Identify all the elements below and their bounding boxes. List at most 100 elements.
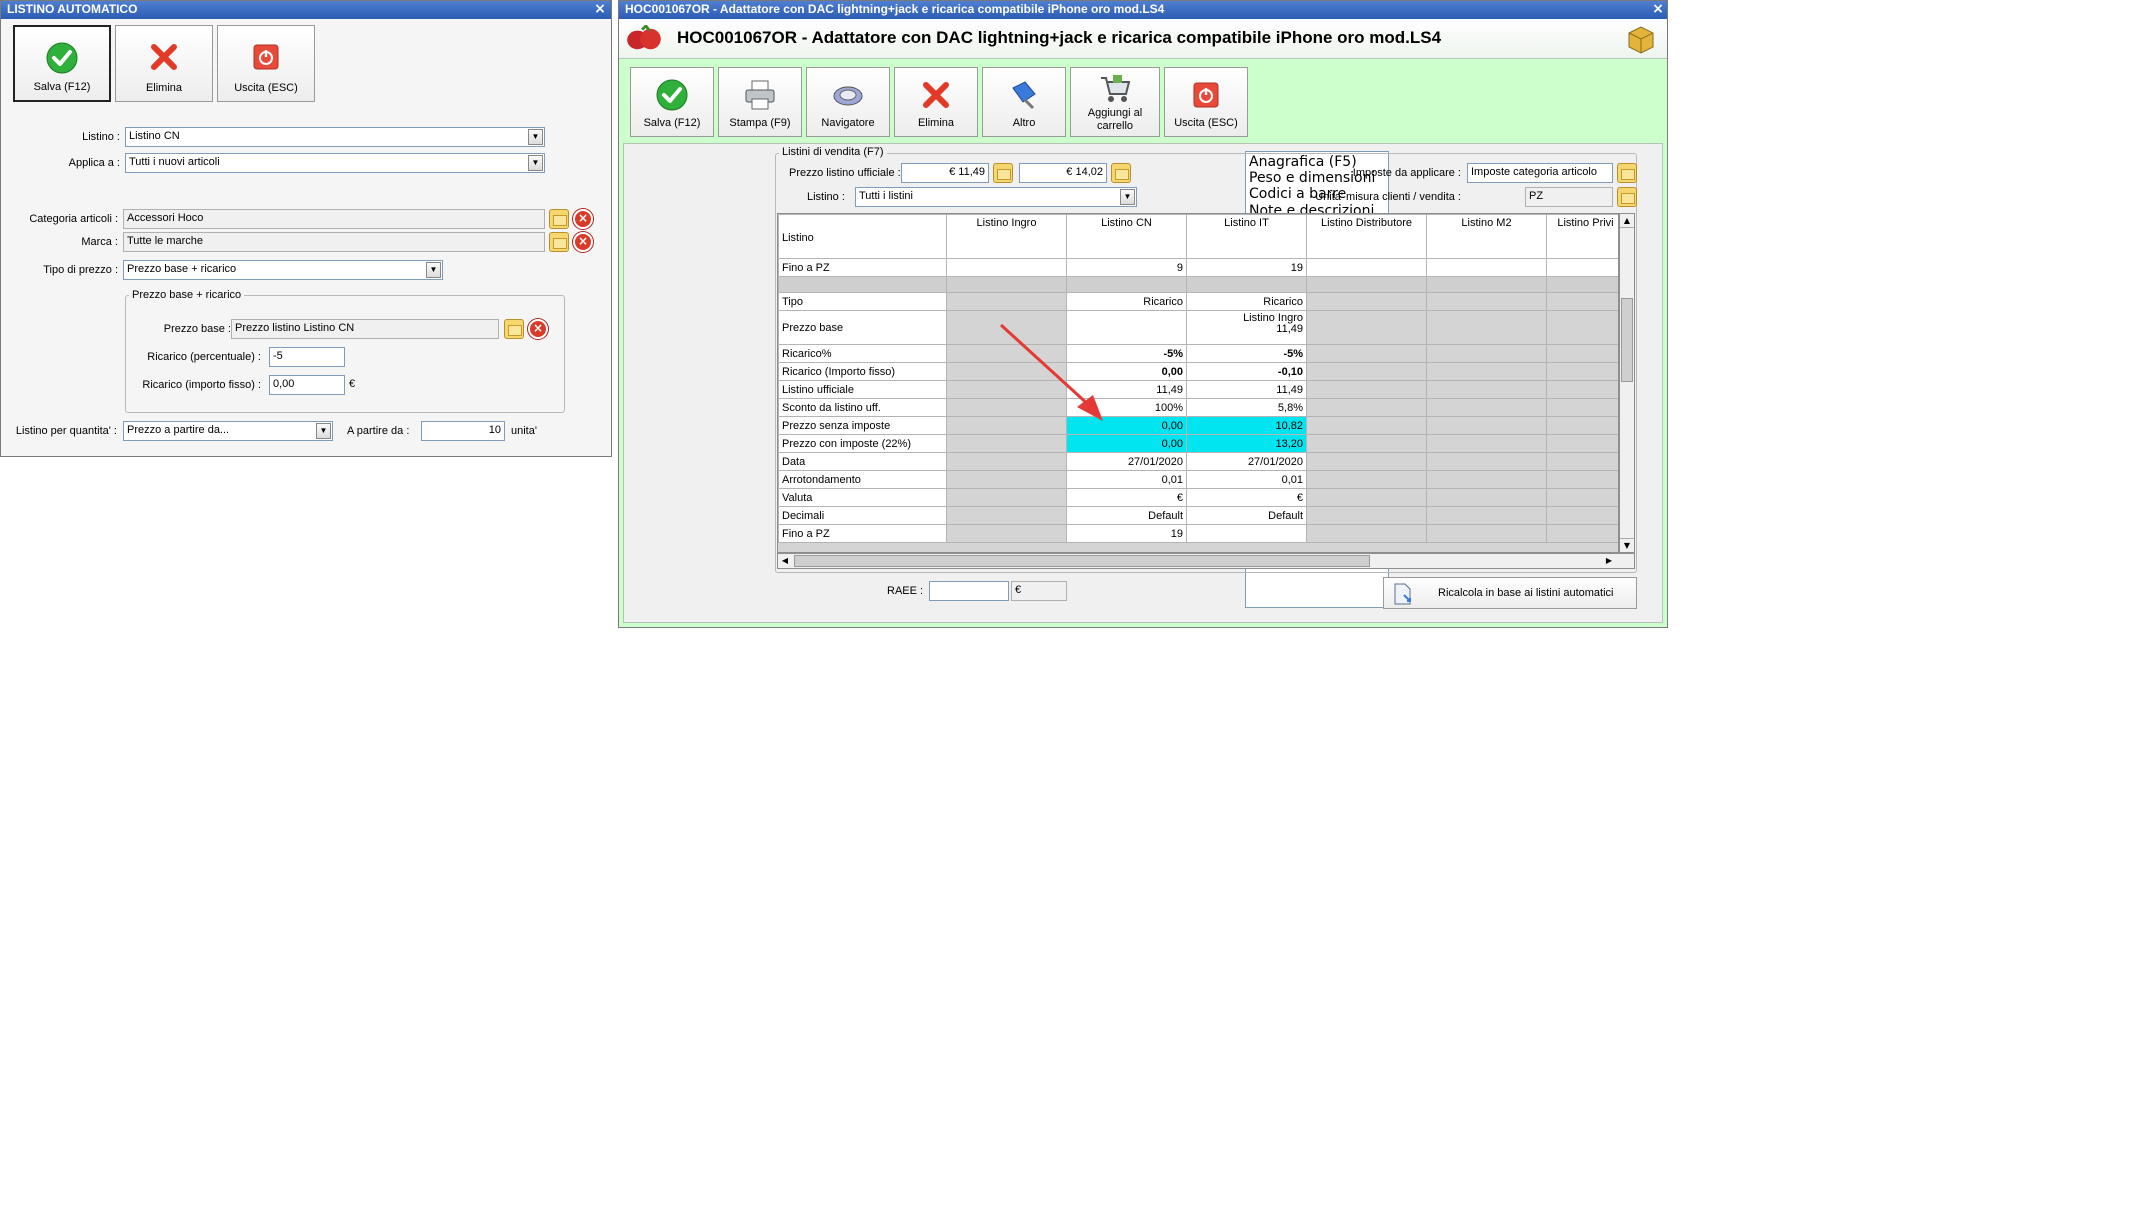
table-row[interactable]: Ricarico (Importo fisso) 0,00 -0,10 [778, 362, 1618, 381]
grid-cell: 0,01 [1186, 470, 1307, 489]
add-to-cart-button[interactable]: Aggiungi al carrello [1070, 67, 1160, 137]
right-save-button[interactable]: Salva (F12) [630, 67, 714, 137]
grid-cell: 0,01 [1066, 470, 1187, 489]
unita-field[interactable]: PZ [1525, 187, 1613, 207]
row-label: Arrotondamento [778, 470, 947, 489]
table-row[interactable]: Fino a PZ 19 [778, 524, 1618, 543]
prezzo-ivato-input[interactable]: € 14,02 [1019, 163, 1107, 183]
row-label: Decimali [778, 506, 947, 525]
table-row[interactable]: Decimali Default Default [778, 506, 1618, 525]
grid-cell: 27/01/2020 [1066, 452, 1187, 471]
quantity-select[interactable]: Prezzo a partire da... ▼ [123, 421, 333, 441]
chevron-down-icon[interactable]: ▼ [426, 262, 441, 278]
grid-cell [1546, 292, 1618, 311]
imposte-label: Imposte da applicare : [1352, 167, 1461, 179]
grid-cell: Default [1186, 506, 1307, 525]
tool-icon [1012, 81, 1036, 110]
scroll-down-icon[interactable]: ▼ [1620, 538, 1634, 552]
chevron-down-icon[interactable]: ▼ [1120, 189, 1135, 205]
row-label: Fino a PZ [778, 258, 947, 277]
price-grid-table: Listino Listino Ingro Listino CN Listino IT… [778, 214, 1618, 543]
remove-icon[interactable]: × [528, 319, 548, 339]
tipo-prezzo-select[interactable]: Prezzo base + ricarico ▼ [123, 260, 443, 280]
scroll-left-icon[interactable]: ◀ [778, 554, 792, 568]
applica-select[interactable]: Tutti i nuovi articoli ▼ [125, 153, 545, 173]
folder-icon[interactable] [1617, 163, 1637, 183]
table-row[interactable]: Prezzo con imposte (22%) 0,00 13,20 [778, 434, 1618, 453]
column-header: Listino Privi [1546, 214, 1618, 259]
chevron-down-icon[interactable]: ▼ [316, 423, 331, 439]
folder-icon[interactable] [549, 232, 569, 252]
h-scroll-thumb[interactable] [794, 555, 1370, 567]
grid-cell [1306, 292, 1427, 311]
scroll-thumb[interactable] [1621, 298, 1633, 382]
grid-cell [1306, 434, 1427, 453]
grid-vertical-scrollbar[interactable]: ▲ ▼ [1619, 213, 1635, 553]
prezzo-ufficiale-input[interactable]: € 11,49 [901, 163, 989, 183]
folder-icon[interactable] [504, 319, 524, 339]
ricarico-pct-input[interactable]: -5 [269, 347, 345, 367]
table-row[interactable]: Tipo Ricarico Ricarico [778, 292, 1618, 311]
ricarico-fisso-label: Ricarico (importo fisso) : [142, 379, 261, 391]
grid-cell [1546, 310, 1618, 345]
scroll-up-icon[interactable]: ▲ [1620, 214, 1634, 228]
add-to-cart-label: Aggiungi al carrello [1087, 107, 1143, 132]
grid-horizontal-scrollbar[interactable]: ◀ ▶ [777, 553, 1635, 569]
chevron-down-icon[interactable]: ▼ [528, 155, 543, 171]
right-exit-button[interactable]: Uscita (ESC) [1164, 67, 1248, 137]
folder-icon[interactable] [549, 209, 569, 229]
table-row[interactable]: Fino a PZ 9 19 [778, 258, 1618, 277]
navigator-button[interactable]: Navigatore [806, 67, 890, 137]
remove-icon[interactable]: × [573, 232, 593, 252]
from-input[interactable]: 10 [421, 421, 505, 441]
table-row[interactable]: Data 27/01/2020 27/01/2020 [778, 452, 1618, 471]
column-header: Listino [778, 214, 947, 259]
grid-cell [1306, 524, 1427, 543]
cart-icon [1101, 75, 1131, 102]
raee-input[interactable] [929, 581, 1009, 601]
marca-label: Marca : [81, 236, 118, 248]
chevron-down-icon[interactable]: ▼ [528, 129, 543, 145]
column-header: Listino M2 [1426, 214, 1547, 259]
grid-cell [1426, 506, 1547, 525]
grid-cell [1546, 258, 1618, 277]
grid-cell [946, 506, 1067, 525]
euro-unit: € [349, 378, 356, 390]
delete-button[interactable]: Elimina [115, 25, 213, 102]
grid-cell [1546, 506, 1618, 525]
folder-icon[interactable] [1111, 163, 1131, 183]
remove-icon[interactable]: × [573, 209, 593, 229]
listino-select[interactable]: Listino CN ▼ [125, 127, 545, 147]
table-row[interactable]: Valuta € € [778, 488, 1618, 507]
ricarico-fisso-input[interactable]: 0,00 [269, 375, 345, 395]
categoria-field[interactable]: Accessori Hoco [123, 209, 545, 229]
prezzo-base-field[interactable]: Prezzo listino Listino CN [231, 319, 499, 339]
table-row[interactable]: Prezzo senza imposte 0,00 10,82 [778, 416, 1618, 435]
print-button[interactable]: Stampa (F9) [718, 67, 802, 137]
left-close-button[interactable]: × [591, 1, 609, 19]
grid-cell [1546, 434, 1618, 453]
imposte-field[interactable]: Imposte categoria articolo [1467, 163, 1613, 183]
marca-field[interactable]: Tutte le marche [123, 232, 545, 252]
table-row[interactable]: Ricarico% -5% -5% [778, 344, 1618, 363]
folder-icon[interactable] [1617, 187, 1637, 207]
table-row[interactable]: Sconto da listino uff. 100% 5,8% [778, 398, 1618, 417]
table-row[interactable]: Listino ufficiale 11,49 11,49 [778, 380, 1618, 399]
table-row[interactable]: Prezzo base Listino Ingro 11,49 [778, 310, 1618, 345]
save-button[interactable]: Salva (F12) [13, 25, 111, 102]
row-label: Ricarico (Importo fisso) [778, 362, 947, 381]
scroll-right-icon[interactable]: ▶ [1602, 554, 1616, 568]
separator-cell [1426, 276, 1547, 293]
other-button[interactable]: Altro [982, 67, 1066, 137]
right-close-button[interactable]: × [1649, 1, 1667, 19]
exit-button[interactable]: Uscita (ESC) [217, 25, 315, 102]
table-row[interactable]: Arrotondamento 0,01 0,01 [778, 470, 1618, 489]
quantity-select-value: Prezzo a partire da... [127, 424, 230, 436]
grid-cell [1426, 416, 1547, 435]
folder-icon[interactable] [993, 163, 1013, 183]
right-delete-button[interactable]: Elimina [894, 67, 978, 137]
print-label: Stampa (F9) [729, 117, 791, 129]
listino-filter-select[interactable]: Tutti i listini ▼ [855, 187, 1137, 207]
ricalcola-button[interactable]: Ricalcola in base ai listini automatici [1383, 577, 1637, 609]
grid-cell [1186, 524, 1307, 543]
